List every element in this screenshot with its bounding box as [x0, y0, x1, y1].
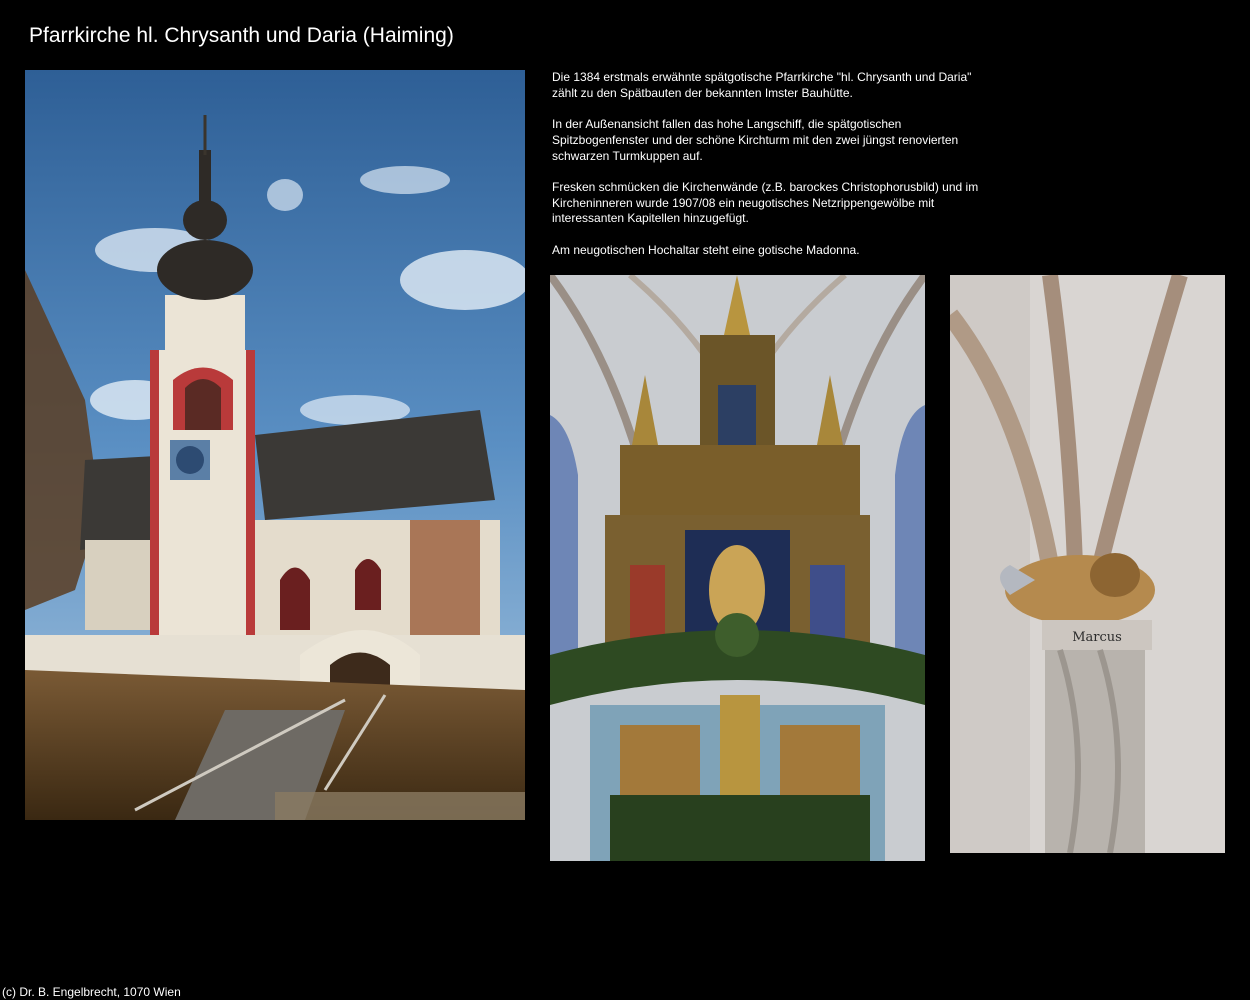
capital-inscription: Marcus [1072, 630, 1122, 645]
page-title: Pfarrkirche hl. Chrysanth und Daria (Hai… [29, 24, 454, 47]
description-paragraph: Fresken schmücken die Kirchenwände (z.B.… [552, 179, 979, 226]
description-paragraph: In der Außenansicht fallen das hohe Lang… [552, 117, 959, 163]
capital-lion-image: Marcus [950, 275, 1225, 853]
description-text: Die 1384 erstmals erwähnte spätgotische … [552, 70, 992, 274]
capital-lion-photo[interactable]: Marcus [950, 275, 1225, 853]
copyright-footer: (c) Dr. B. Engelbrecht, 1070 Wien [2, 985, 181, 999]
high-altar-image [550, 275, 925, 861]
description-paragraph: Am neugotischen Hochaltar steht eine got… [552, 242, 860, 257]
church-exterior-image [25, 70, 525, 820]
church-exterior-photo[interactable] [25, 70, 525, 820]
description-paragraph: Die 1384 erstmals erwähnte spätgotische … [552, 70, 972, 100]
high-altar-photo[interactable] [550, 275, 925, 861]
